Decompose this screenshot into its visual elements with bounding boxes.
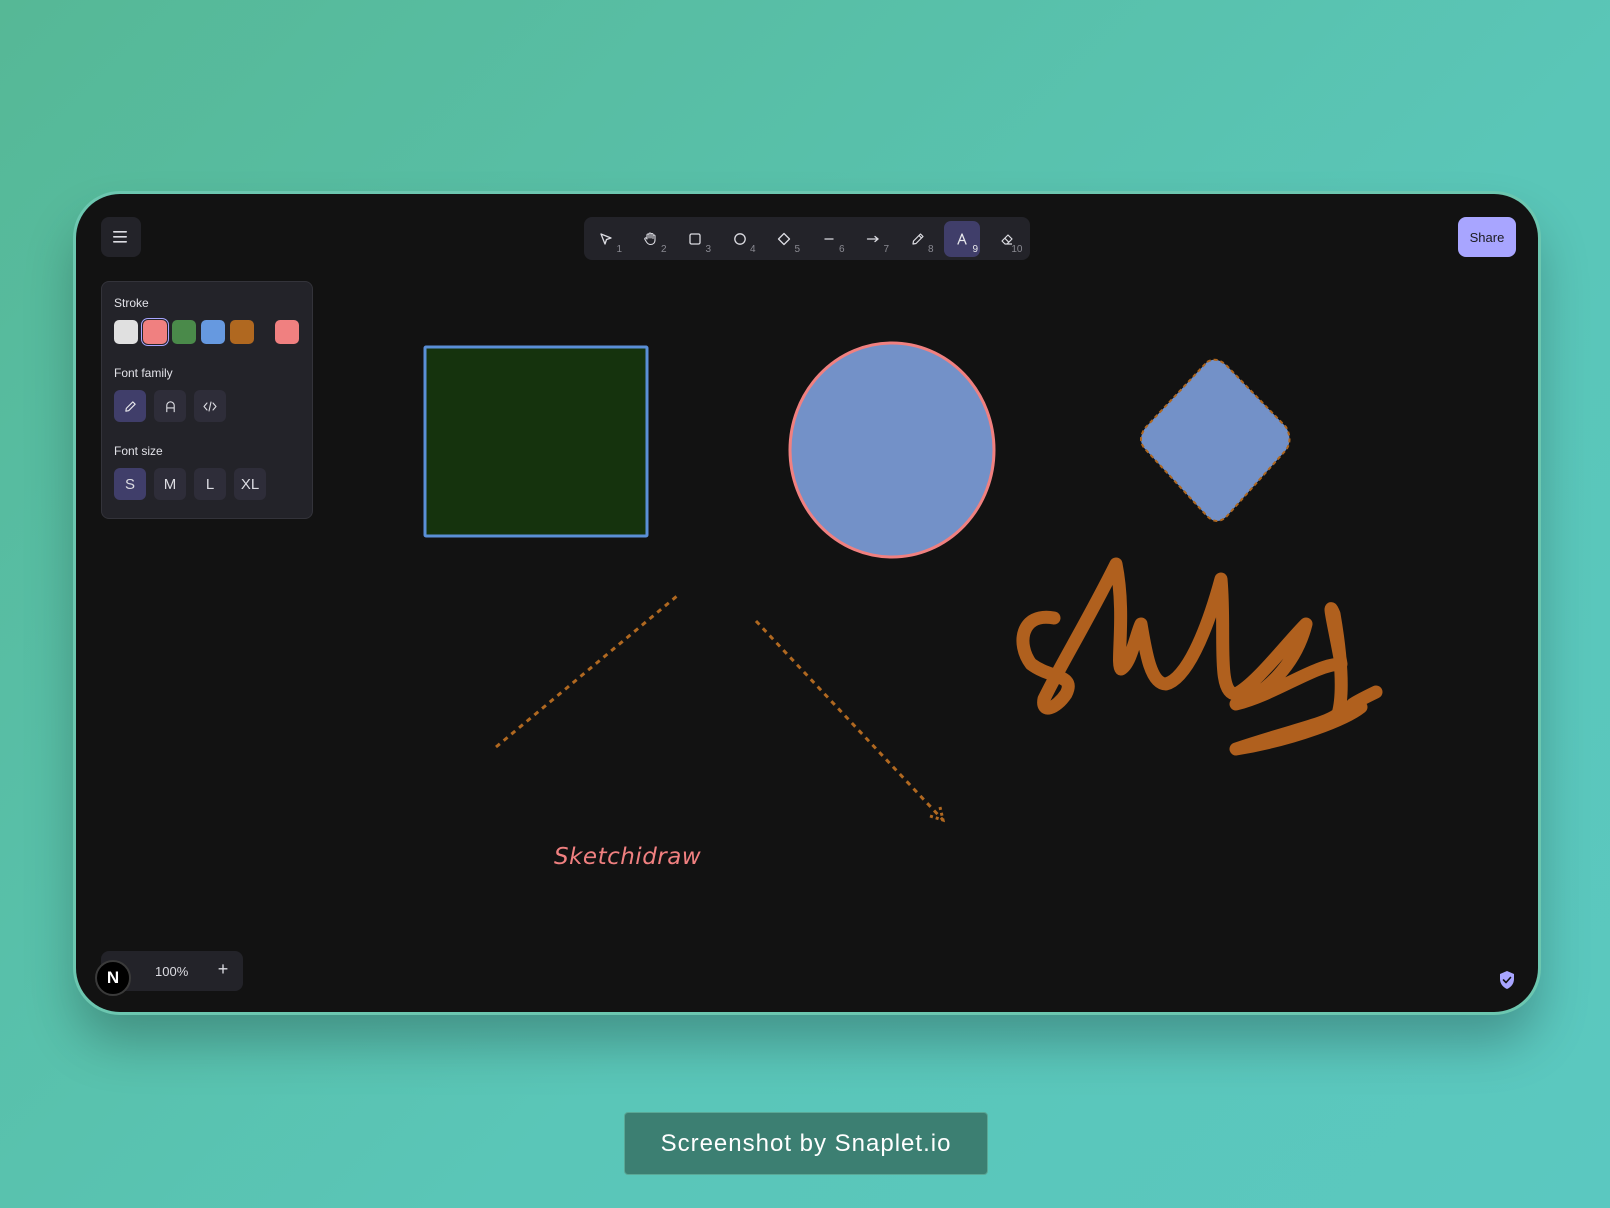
font-family-options	[114, 390, 300, 422]
shield-check-icon[interactable]	[1498, 970, 1516, 990]
tool-shortcut: 2	[660, 243, 667, 255]
freedraw-scribble[interactable]	[1016, 557, 1383, 756]
tool-shortcut: 4	[749, 243, 756, 255]
tool-shortcut: 5	[794, 243, 800, 255]
zoom-level[interactable]: 100%	[155, 964, 188, 979]
current-stroke-color[interactable]	[275, 320, 299, 344]
font-size-options: S M L XL	[114, 468, 300, 500]
tool-shortcut: 3	[705, 243, 711, 255]
stroke-swatches	[114, 320, 300, 344]
pointer-icon	[600, 232, 612, 245]
canvas-text-element[interactable]: Sketchidraw	[554, 844, 701, 870]
tool-shortcut: 10	[1011, 243, 1023, 255]
diamond-icon	[777, 232, 791, 245]
dashed-line[interactable]	[495, 594, 678, 749]
tool-diamond[interactable]: 5	[766, 221, 802, 257]
tool-arrow[interactable]: 7	[855, 221, 891, 257]
diamond-shape[interactable]	[1140, 358, 1291, 522]
properties-panel: Stroke Font family Font size S M L XL	[101, 281, 313, 519]
zoom-in-button[interactable]: +	[211, 959, 235, 980]
rectangle-shape[interactable]	[423, 345, 649, 538]
tool-rectangle[interactable]: 3	[677, 221, 713, 257]
font-family-normal[interactable]	[154, 390, 186, 422]
tool-shortcut: 7	[883, 243, 889, 255]
tool-hand[interactable]: 2	[633, 221, 669, 257]
font-size-xl[interactable]: XL	[234, 468, 266, 500]
font-family-label: Font family	[114, 366, 173, 380]
pencil-icon	[911, 232, 924, 245]
tool-shortcut: 6	[838, 243, 845, 255]
text-icon	[957, 232, 967, 245]
hamburger-icon	[113, 231, 127, 243]
tool-shortcut: 9	[972, 243, 978, 255]
stroke-swatch-green[interactable]	[172, 320, 196, 344]
main-menu-button[interactable]	[101, 217, 141, 257]
stroke-swatch-blue[interactable]	[201, 320, 225, 344]
tool-shortcut: 8	[927, 243, 934, 255]
font-size-s[interactable]: S	[114, 468, 146, 500]
code-icon	[203, 400, 217, 412]
letter-a-icon	[165, 400, 175, 412]
pencil-icon	[124, 400, 136, 412]
tool-selection[interactable]: 1	[588, 221, 624, 257]
circle-icon	[733, 232, 746, 245]
tool-shortcut: 1	[616, 243, 622, 255]
screenshot-caption: Screenshot by Snaplet.io	[624, 1112, 988, 1175]
app-logo[interactable]: N	[95, 960, 131, 996]
ellipse-shape[interactable]	[788, 341, 996, 559]
font-size-m[interactable]: M	[154, 468, 186, 500]
stroke-swatch-orange[interactable]	[230, 320, 254, 344]
font-size-label: Font size	[114, 444, 163, 458]
tool-line[interactable]: 6	[811, 221, 847, 257]
arrow-right-icon	[866, 235, 879, 242]
tool-ellipse[interactable]: 4	[722, 221, 758, 257]
hand-icon	[644, 232, 656, 246]
dashed-arrow[interactable]	[754, 619, 946, 823]
share-button[interactable]: Share	[1458, 217, 1516, 257]
stroke-swatch-white[interactable]	[114, 320, 138, 344]
tool-freedraw[interactable]: 8	[900, 221, 936, 257]
tool-text[interactable]: 9	[944, 220, 980, 257]
app-window: Sketchidraw 1 2 3 4 5 6 7 8 9 10 Share S…	[76, 194, 1538, 1012]
font-family-handdrawn[interactable]	[114, 390, 146, 422]
line-icon	[823, 237, 834, 240]
stroke-swatch-red[interactable]	[143, 320, 167, 344]
shape-toolbar: 1 2 3 4 5 6 7 8 9 10	[584, 217, 1030, 260]
font-family-code[interactable]	[194, 390, 226, 422]
tool-eraser[interactable]: 10	[989, 221, 1025, 257]
stroke-label: Stroke	[114, 296, 149, 310]
font-size-l[interactable]: L	[194, 468, 226, 500]
rectangle-icon	[689, 232, 701, 245]
